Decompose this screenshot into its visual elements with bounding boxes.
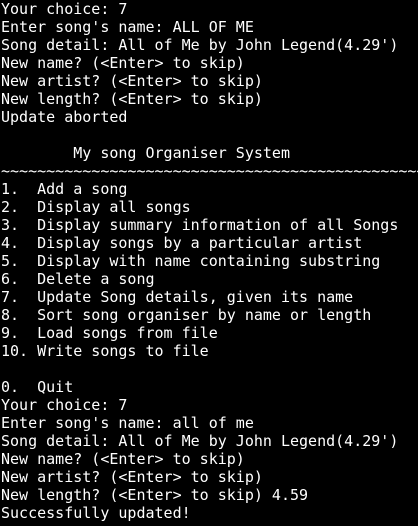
menu-item-delete: 6. Delete a song: [1, 270, 155, 288]
new-artist-prompt-line: New artist? (<Enter> to skip): [1, 468, 263, 486]
menu-item-summary: 3. Display summary information of all So…: [1, 216, 399, 234]
menu-item-substring: 5. Display with name containing substrin…: [1, 252, 381, 270]
terminal-window[interactable]: Your choice: 7 Enter song's name: ALL OF…: [0, 0, 418, 526]
update-status-line: Successfully updated!: [1, 504, 191, 522]
menu-title: My song Organiser System: [1, 144, 290, 162]
update-status-line: Update aborted: [1, 108, 128, 126]
song-detail-line: Song detail: All of Me by John Legend(4.…: [1, 432, 399, 450]
new-name-prompt-line: New name? (<Enter> to skip): [1, 54, 245, 72]
new-name-prompt-line: New name? (<Enter> to skip): [1, 450, 245, 468]
menu-item-display-all: 2. Display all songs: [1, 198, 191, 216]
menu-item-sort: 8. Sort song organiser by name or length: [1, 306, 372, 324]
new-length-prompt-line: New length? (<Enter> to skip) 4.59: [1, 486, 309, 504]
menu-item-load: 9. Load songs from file: [1, 324, 218, 342]
new-length-prompt-line: New length? (<Enter> to skip): [1, 90, 263, 108]
menu-divider: ~~~~~~~~~~~~~~~~~~~~~~~~~~~~~~~~~~~~~~~~…: [1, 162, 418, 180]
new-artist-prompt-line: New artist? (<Enter> to skip): [1, 72, 263, 90]
menu-item-add-song: 1. Add a song: [1, 180, 128, 198]
song-name-input-line: Enter song's name: all of me: [1, 414, 254, 432]
menu-item-by-artist: 4. Display songs by a particular artist: [1, 234, 363, 252]
prompt-choice-line: Your choice: 7: [1, 396, 128, 414]
song-name-input-line: Enter song's name: ALL OF ME: [1, 18, 254, 36]
menu-item-write: 10. Write songs to file: [1, 342, 209, 360]
menu-item-update: 7. Update Song details, given its name: [1, 288, 354, 306]
menu-item-quit: 0. Quit: [1, 378, 74, 396]
prompt-choice-line: Your choice: 7: [1, 0, 128, 18]
song-detail-line: Song detail: All of Me by John Legend(4.…: [1, 36, 399, 54]
